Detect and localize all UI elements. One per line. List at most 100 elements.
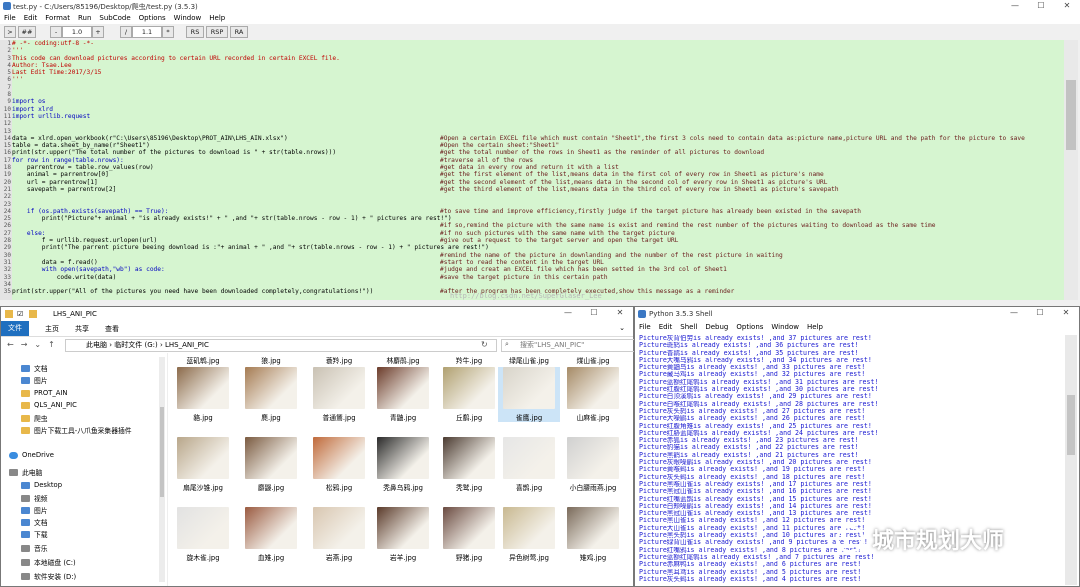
back-arrow-icon[interactable]: ← xyxy=(7,340,14,349)
value-field-2[interactable]: 1.1 xyxy=(132,26,162,38)
menu-debug[interactable]: Debug xyxy=(701,323,732,334)
file-thumbnail[interactable]: 山麻雀.jpg xyxy=(562,367,624,422)
maximize-icon[interactable]: ☐ xyxy=(1027,307,1053,319)
file-thumbnail[interactable]: 丘鹬.jpg xyxy=(438,367,500,422)
file-thumbnail[interactable]: 异色树莺.jpg xyxy=(498,507,560,562)
decrement-button[interactable]: - xyxy=(50,26,62,38)
path-segment[interactable]: 此电脑 xyxy=(86,341,107,349)
menu-subcode[interactable]: SubCode xyxy=(95,12,134,24)
sidebar-item[interactable]: 爬虫 xyxy=(21,413,48,423)
maximize-icon[interactable]: ☐ xyxy=(1028,0,1054,12)
file-thumbnail[interactable]: 松鸦.jpg xyxy=(308,437,370,492)
file-thumbnail[interactable]: 血雉.jpg xyxy=(240,507,302,562)
file-label[interactable]: 蓝矶鹎.jpg xyxy=(172,355,234,365)
minimize-icon[interactable]: — xyxy=(555,307,581,319)
file-label[interactable]: 绿尾山雀.jpg xyxy=(498,355,560,365)
scrollbar-thumb[interactable] xyxy=(160,407,164,497)
sidebar-item[interactable]: 文档 xyxy=(21,363,48,373)
path-segment[interactable]: 临时文件 (G:) xyxy=(114,341,157,349)
divide-button[interactable]: / xyxy=(120,26,132,38)
sidebar-item[interactable]: 下载 xyxy=(21,529,48,539)
editor-scrollbar[interactable] xyxy=(1064,40,1078,300)
close-icon[interactable]: ✕ xyxy=(607,307,633,319)
rs-button[interactable]: RS xyxy=(186,26,204,38)
search-input[interactable]: 搜索"LHS_ANI_PIC" xyxy=(501,339,643,352)
tab-home[interactable]: 主页 xyxy=(45,324,59,334)
file-thumbnail[interactable]: 雀鹰.jpg xyxy=(498,367,560,422)
menu-window[interactable]: Window xyxy=(767,323,803,334)
file-label[interactable]: 蓑羚.jpg xyxy=(308,355,370,365)
tab-file[interactable]: 文件 xyxy=(1,321,29,336)
menu-run[interactable]: Run xyxy=(74,12,95,24)
file-thumbnail[interactable]: 秃鼻乌鸦.jpg xyxy=(372,437,434,492)
forward-arrow-icon[interactable]: → xyxy=(21,340,28,349)
file-thumbnail[interactable]: 貉.jpg xyxy=(172,367,234,422)
file-thumbnail[interactable]: 青鼬.jpg xyxy=(372,367,434,422)
tab-view[interactable]: 查看 xyxy=(105,324,119,334)
sidebar-item[interactable]: QLS_ANI_PIC xyxy=(21,401,77,409)
sidebar-item[interactable]: 图片 xyxy=(21,505,48,515)
sidebar-item[interactable]: 图片下载工具-八爪鱼采集器插件 xyxy=(21,425,132,435)
file-label[interactable]: 狼.jpg xyxy=(240,355,302,365)
sidebar-item[interactable]: 视频 xyxy=(21,493,48,503)
minimize-icon[interactable]: — xyxy=(1001,307,1027,319)
sidebar-item[interactable]: OneDrive xyxy=(9,451,54,459)
minimize-icon[interactable]: — xyxy=(1002,0,1028,12)
path-segment[interactable]: LHS_ANI_PIC xyxy=(165,341,209,349)
scrollbar-thumb[interactable] xyxy=(1067,395,1075,455)
file-thumbnail[interactable]: 普通鵟.jpg xyxy=(308,367,370,422)
file-thumbnail[interactable]: 岩羊.jpg xyxy=(372,507,434,562)
sidebar-scrollbar[interactable] xyxy=(159,357,165,582)
menu-help[interactable]: Help xyxy=(803,323,827,334)
scrollbar-thumb[interactable] xyxy=(1066,80,1076,150)
file-thumbnail[interactable]: 野猪.jpg xyxy=(438,507,500,562)
menu-format[interactable]: Format xyxy=(41,12,74,24)
check-icon[interactable]: ☑ xyxy=(17,310,25,318)
sidebar-item[interactable]: PROT_AIN xyxy=(21,389,67,397)
multiply-button[interactable]: * xyxy=(162,26,174,38)
folder-new-icon[interactable] xyxy=(29,310,37,318)
maximize-icon[interactable]: ☐ xyxy=(581,307,607,319)
menu-help[interactable]: Help xyxy=(205,12,229,24)
close-icon[interactable]: ✕ xyxy=(1053,307,1079,319)
sidebar-item[interactable]: 图片 xyxy=(21,375,48,385)
comment-button[interactable]: ## xyxy=(18,26,36,38)
file-thumbnail[interactable]: 小白腰雨燕.jpg xyxy=(562,437,624,492)
folder-icon[interactable] xyxy=(5,310,13,318)
menu-edit[interactable]: Edit xyxy=(655,323,677,334)
increment-button[interactable]: + xyxy=(92,26,104,38)
menu-options[interactable]: Options xyxy=(135,12,170,24)
sidebar-item[interactable]: 音乐 xyxy=(21,543,48,553)
sidebar-item[interactable]: Desktop xyxy=(21,481,62,489)
file-label[interactable]: 煤山雀.jpg xyxy=(562,355,624,365)
menu-options[interactable]: Options xyxy=(732,323,767,334)
file-thumbnail[interactable]: 扇尾沙锥.jpg xyxy=(172,437,234,492)
file-label[interactable]: 羚牛.jpg xyxy=(438,355,500,365)
sidebar-item[interactable]: 软件安装 (D:) xyxy=(21,571,76,581)
file-thumbnail[interactable]: 岩燕.jpg xyxy=(308,507,370,562)
up-arrow-icon[interactable]: ↑ xyxy=(48,340,55,349)
file-thumbnail[interactable]: 麂.jpg xyxy=(240,367,302,422)
rsp-button[interactable]: RSP xyxy=(206,26,228,38)
refresh-icon[interactable]: ↻ xyxy=(481,340,488,349)
ra-button[interactable]: RA xyxy=(230,26,248,38)
menu-shell[interactable]: Shell xyxy=(676,323,701,334)
file-thumbnail[interactable]: 旋木雀.jpg xyxy=(172,507,234,562)
sidebar-item[interactable]: 文档 xyxy=(21,517,48,527)
file-thumbnail[interactable]: 雉鸡.jpg xyxy=(562,507,624,562)
value-field-1[interactable]: 1.0 xyxy=(62,26,92,38)
menu-edit[interactable]: Edit xyxy=(20,12,42,24)
menu-file[interactable]: File xyxy=(635,323,655,334)
menu-window[interactable]: Window xyxy=(170,12,206,24)
chevron-down-icon[interactable]: ⌄ xyxy=(34,340,41,349)
sidebar-item[interactable]: 本地磁盘 (C:) xyxy=(21,557,76,567)
chevron-down-icon[interactable]: ⌄ xyxy=(619,324,625,332)
code-area[interactable]: # -*- coding:utf-8 -*- ''' This code can d… xyxy=(12,40,1064,300)
tab-share[interactable]: 共享 xyxy=(75,324,89,334)
menu-file[interactable]: File xyxy=(0,12,20,24)
file-label[interactable]: 林麝鹃.jpg xyxy=(372,355,434,365)
address-bar[interactable]: 此电脑 › 临时文件 (G:) › LHS_ANI_PIC xyxy=(65,339,497,352)
file-thumbnail[interactable]: 喜鹊.jpg xyxy=(498,437,560,492)
run-button[interactable]: > xyxy=(4,26,16,38)
sidebar-item[interactable]: 此电脑 xyxy=(9,467,42,477)
